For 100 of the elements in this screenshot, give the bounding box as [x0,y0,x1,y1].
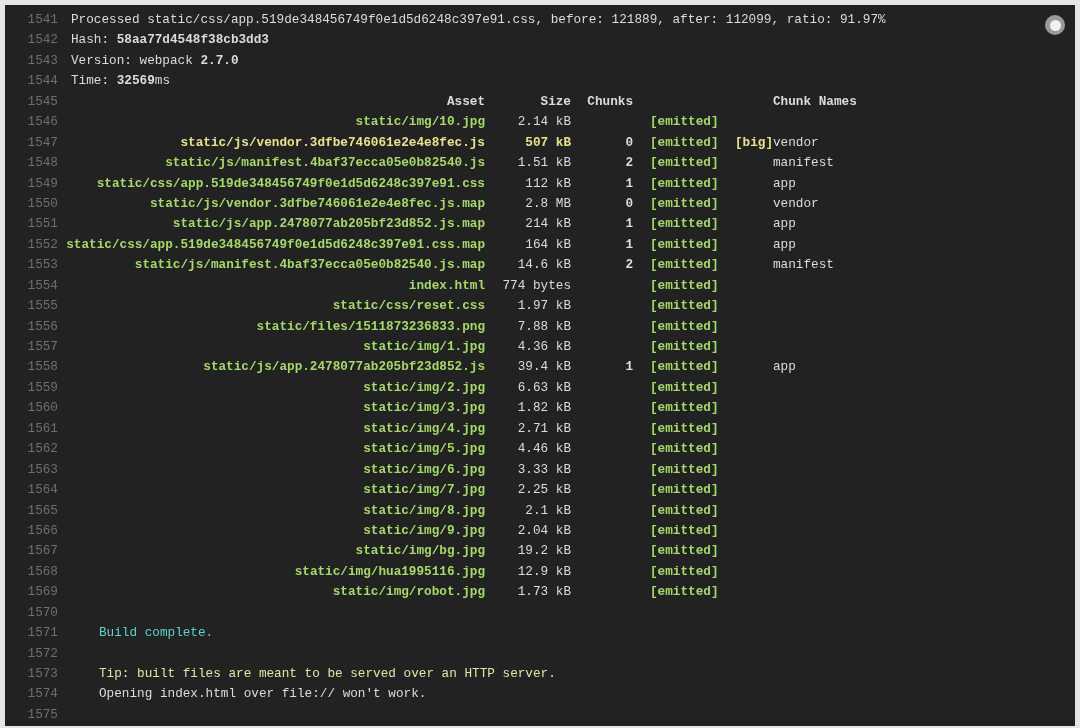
line-number: 1558 [26,359,58,377]
line-number: 1542 [26,32,58,50]
asset-name: static/img/2.jpg [363,379,485,395]
log-line: Opening index.html over file:// won't work. [98,686,427,702]
line-number: 1553 [26,257,58,275]
line-number: 1575 [26,706,58,724]
emit-status: [emitted] [650,543,719,559]
size-warning: [big] [735,134,774,150]
line-number: 1563 [26,461,58,479]
line-number: 1570 [26,604,58,622]
asset-size: 19.2 kB [517,543,571,559]
asset-size: 2.04 kB [517,522,571,538]
line-number: 1549 [26,175,58,193]
emit-status: [emitted] [650,522,719,538]
chunk-name: app [773,359,796,375]
asset-size: 3.33 kB [517,461,571,477]
chunk-id: 2 [625,257,633,273]
line-number: 1565 [26,502,58,520]
line-number: 1546 [26,114,58,132]
emit-status: [emitted] [650,563,719,579]
emit-status: [emitted] [650,195,719,211]
asset-size: 4.46 kB [517,441,571,457]
record-button[interactable] [1045,15,1065,35]
asset-name: static/img/hua1995116.jpg [294,563,485,579]
asset-name: static/img/robot.jpg [332,584,485,600]
column-header: Chunks [587,93,633,109]
line-number: 1544 [26,73,58,91]
line-number: 1548 [26,155,58,173]
asset-name: static/img/3.jpg [363,400,485,416]
line-number: 1541 [26,12,58,29]
line-number: 1561 [26,420,58,438]
line-number: 1543 [26,52,58,70]
chunk-id: 1 [625,236,633,252]
log-line: Processed static/css/app.519de348456749f0e1d5d6248c397e91.css, before: 121889, after: 112099, ratio: 91.97% [71,12,886,27]
asset-name: static/img/6.jpg [363,461,485,477]
line-number: 1550 [26,195,58,213]
asset-name: static/img/4.jpg [363,420,485,436]
asset-size: 214 kB [525,216,571,232]
asset-name: static/css/app.519de348456749f0e1d5d6248c397e91.css.map [66,236,485,252]
asset-name: static/img/5.jpg [363,441,485,457]
line-number: 1569 [26,584,58,602]
asset-size: 7.88 kB [517,318,571,334]
line-number: 1572 [26,645,58,663]
chunk-name: app [773,175,796,191]
line-number: 1554 [26,277,58,295]
chunk-name: app [773,236,796,252]
emit-status: [emitted] [650,175,719,191]
line-number: 1562 [26,441,58,459]
asset-name: index.html [408,277,485,293]
asset-name: static/js/app.2478077ab205bf23d852.js.map [172,216,485,232]
asset-name: static/js/vendor.3dfbe746061e2e4e8fec.js.map [150,195,485,211]
line-number: 1545 [26,93,58,111]
chunk-name: app [773,216,796,232]
asset-size: 2.8 MB [525,195,571,211]
emit-status: [emitted] [650,114,719,130]
asset-size: 6.63 kB [517,379,571,395]
chunk-id: 0 [625,195,633,211]
asset-size: 12.9 kB [517,563,571,579]
emit-status: [emitted] [650,441,719,457]
asset-size: 1.51 kB [517,155,571,171]
log-line: Hash: 58aa77d4548f38cb3dd3 [71,32,269,48]
chunk-name: manifest [773,257,834,273]
column-header: Size [540,93,571,109]
asset-size: 4.36 kB [517,339,571,354]
asset-name: static/img/10.jpg [355,114,485,130]
asset-name: static/img/7.jpg [363,482,485,498]
column-header: Asset [446,93,485,109]
emit-status: [emitted] [650,584,719,600]
chunk-id: 0 [625,134,633,150]
log-line: Tip: built files are meant to be served over an HTTP server. [98,666,556,681]
emit-status: [emitted] [650,502,719,518]
asset-size: 2.14 kB [517,114,571,130]
asset-name: static/css/reset.css [332,298,485,314]
asset-name: static/img/9.jpg [363,522,485,538]
chunk-name: vendor [773,195,819,211]
asset-size: 39.4 kB [517,359,571,375]
asset-name: static/img/8.jpg [363,502,485,518]
column-header: Chunk Names [773,93,857,109]
asset-size: 14.6 kB [517,257,571,273]
asset-name: static/css/app.519de348456749f0e1d5d6248c397e91.css [96,175,485,191]
emit-status: [emitted] [650,420,719,436]
line-number: 1571 [26,625,58,643]
line-number: 1574 [26,686,58,704]
emit-status: [emitted] [650,339,719,354]
line-number: 1559 [26,379,58,397]
emit-status: [emitted] [650,216,719,232]
line-number: 1552 [26,236,58,254]
chunk-name: vendor [773,134,819,150]
asset-name: static/files/1511873236833.png [256,318,485,334]
emit-status: [emitted] [650,379,719,395]
asset-size: 507 kB [525,134,571,150]
emit-status: [emitted] [650,318,719,334]
emit-status: [emitted] [650,257,719,273]
asset-name: static/js/manifest.4baf37ecca05e0b82540.js.map [134,257,485,273]
line-number: 1557 [26,339,58,356]
asset-size: 1.97 kB [517,298,571,314]
line-number: 1555 [26,298,58,316]
chunk-id: 1 [625,175,633,191]
emit-status: [emitted] [650,400,719,416]
chunk-id: 1 [625,216,633,232]
